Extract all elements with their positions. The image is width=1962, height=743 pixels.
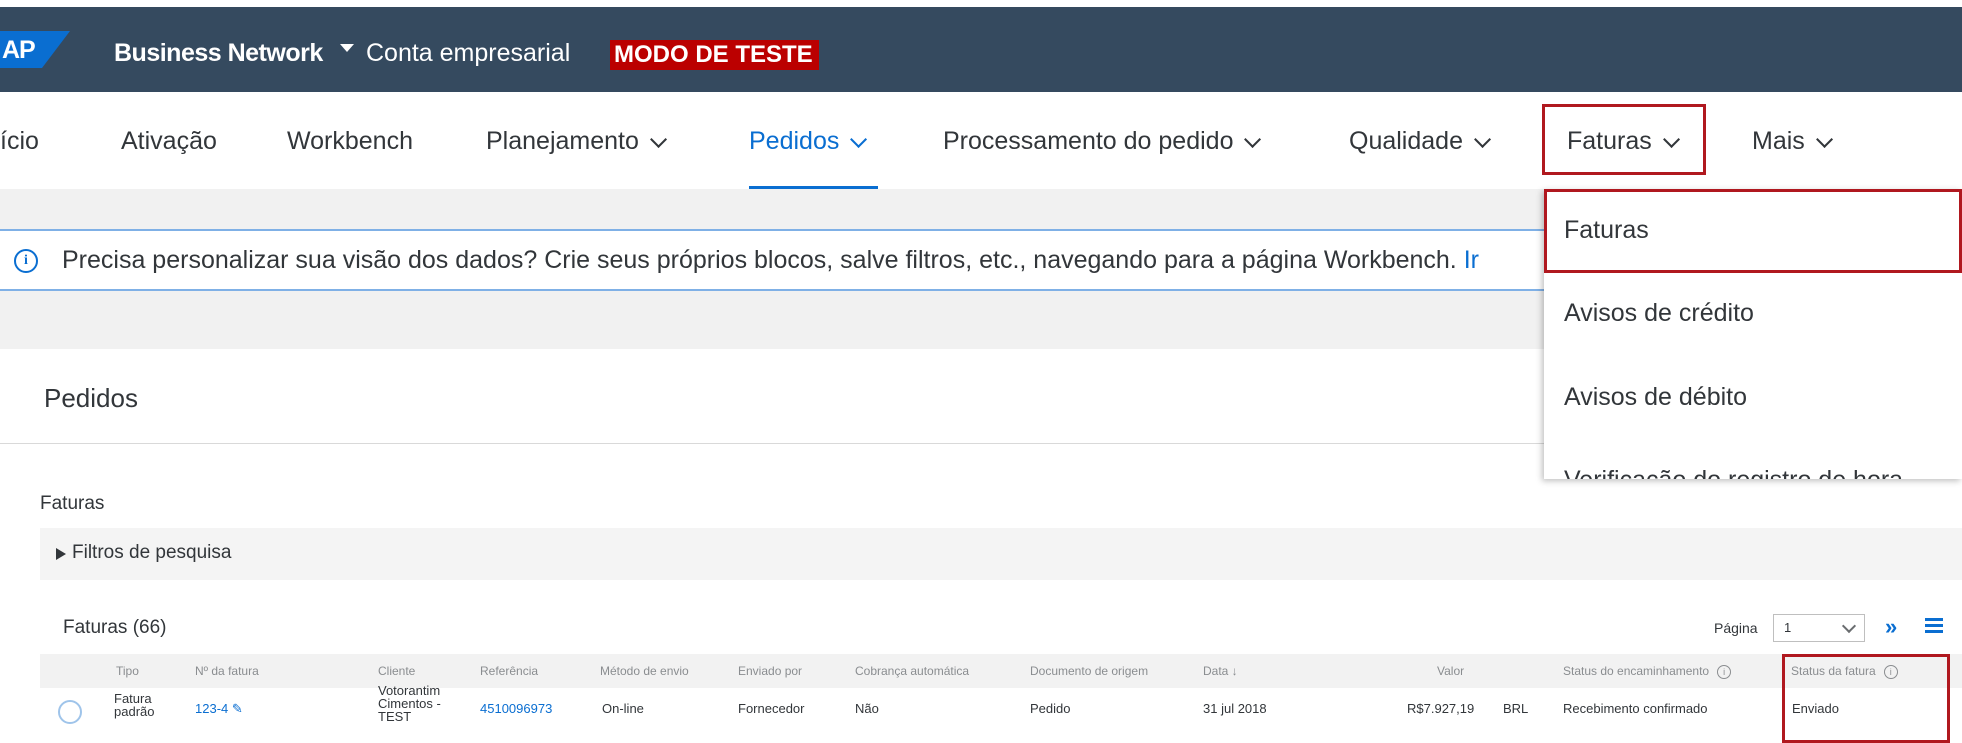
info-icon: i <box>14 249 38 273</box>
nav-item-pedidos[interactable]: Pedidos <box>749 127 868 156</box>
chevron-down-icon <box>1815 130 1833 148</box>
attachment-icon[interactable]: ✎ <box>232 701 243 716</box>
nav-item-planejamento[interactable]: Planejamento <box>486 127 667 156</box>
cell-moeda: BRL <box>1503 701 1529 716</box>
col-valor[interactable]: Valor <box>1437 664 1464 678</box>
nav-item-processamento[interactable]: Processamento do pedido <box>943 127 1262 156</box>
menu-item-avisos-debito[interactable]: Avisos de débito <box>1564 383 1747 412</box>
chevron-down-icon <box>1841 618 1857 634</box>
row-select-radio[interactable] <box>58 700 82 724</box>
cell-status-encaminhamento: Recebimento confirmado <box>1563 701 1708 716</box>
col-status-encaminhamento[interactable]: Status do encaminhamento i <box>1563 664 1732 679</box>
main-nav: ício Ativação Workbench Planejamento Ped… <box>0 92 1962 190</box>
chevron-down-icon <box>1474 130 1492 148</box>
invoice-number-link[interactable]: 123-4 <box>195 701 228 716</box>
expand-arrow-icon <box>56 548 66 560</box>
filters-label: Filtros de pesquisa <box>72 542 232 563</box>
cell-numero[interactable]: 123-4 ✎ <box>195 701 243 717</box>
faturas-dropdown-menu: Faturas Avisos de crédito Avisos de débi… <box>1544 189 1962 479</box>
cell-valor: R$7.927,19 <box>1407 701 1475 716</box>
nav-label: Planejamento <box>486 127 639 155</box>
nav-label: Mais <box>1752 127 1805 155</box>
cell-referencia[interactable]: 4510096973 <box>480 701 552 716</box>
page-title: Pedidos <box>44 383 138 413</box>
workbench-link[interactable]: Ir <box>1464 246 1479 274</box>
caret-down-icon[interactable] <box>340 44 354 52</box>
status-highlight-box <box>1782 654 1950 743</box>
nav-label: Ativação <box>121 127 217 155</box>
page-label: Página <box>1714 620 1758 636</box>
chevron-down-icon <box>850 130 868 148</box>
cell-data: 31 jul 2018 <box>1203 701 1267 716</box>
page-select[interactable]: 1 <box>1773 614 1865 642</box>
nav-item-workbench[interactable]: Workbench <box>287 127 413 156</box>
menu-item-avisos-credito[interactable]: Avisos de crédito <box>1564 299 1754 328</box>
table-menu-icon[interactable] <box>1925 618 1943 636</box>
chevron-down-icon <box>649 130 667 148</box>
nav-label: ício <box>0 127 39 155</box>
page-value: 1 <box>1784 620 1792 635</box>
nav-label: Qualidade <box>1349 127 1463 155</box>
col-cliente[interactable]: Cliente <box>378 664 415 678</box>
faturas-highlight-box <box>1542 104 1706 175</box>
cell-enviado-por: Fornecedor <box>738 701 805 716</box>
test-mode-badge: MODO DE TESTE <box>610 40 819 70</box>
nav-item-inicio[interactable]: ício <box>0 127 39 156</box>
chevron-down-icon <box>1244 130 1262 148</box>
cell-tipo: Fatura padrão <box>114 691 155 719</box>
col-documento[interactable]: Documento de origem <box>1030 664 1148 678</box>
sap-logo[interactable]: AP <box>0 31 70 68</box>
search-filters-toggle[interactable]: Filtros de pesquisa <box>40 528 1962 580</box>
cell-metodo: On-line <box>602 701 644 716</box>
col-referencia[interactable]: Referência <box>480 664 538 678</box>
menu-item-registro-hora[interactable]: Verificação do registro de hora <box>1564 466 1903 479</box>
nav-label: Workbench <box>287 127 413 155</box>
cell-cobranca: Não <box>855 701 879 716</box>
table-header: Tipo Nº da fatura Cliente Referência Mét… <box>40 654 1962 688</box>
top-bar: AP Business Network Conta empresarial MO… <box>0 7 1962 92</box>
nav-label: Processamento do pedido <box>943 127 1234 155</box>
table-row: Fatura padrão 123-4 ✎ Votorantim Cimento… <box>40 684 1962 743</box>
info-message: Precisa personalizar sua visão dos dados… <box>62 246 1457 274</box>
invoices-heading: Faturas <box>40 493 105 514</box>
nav-item-ativacao[interactable]: Ativação <box>121 127 217 156</box>
col-enviado-por[interactable]: Enviado por <box>738 664 802 678</box>
nav-item-mais[interactable]: Mais <box>1752 127 1833 156</box>
col-tipo[interactable]: Tipo <box>116 664 139 678</box>
info-icon[interactable]: i <box>1717 665 1732 679</box>
info-text: Precisa personalizar sua visão dos dados… <box>62 246 1479 275</box>
col-metodo[interactable]: Método de envio <box>600 664 689 678</box>
col-numero[interactable]: Nº da fatura <box>195 664 259 678</box>
product-name[interactable]: Business Network <box>114 39 323 68</box>
header-label: Status do encaminhamento <box>1563 664 1710 678</box>
nav-item-qualidade[interactable]: Qualidade <box>1349 127 1492 156</box>
cell-documento: Pedido <box>1030 701 1071 716</box>
nav-label: Pedidos <box>749 127 840 155</box>
account-type: Conta empresarial <box>366 39 571 67</box>
cell-cliente: Votorantim Cimentos - TEST <box>378 683 441 724</box>
col-data[interactable]: Data ↓ <box>1203 664 1238 678</box>
menu-highlight-box <box>1544 189 1962 273</box>
next-page-icon[interactable]: » <box>1885 614 1897 640</box>
col-cobranca[interactable]: Cobrança automática <box>855 664 969 678</box>
logo-text: AP <box>2 36 36 64</box>
table-title: Faturas (66) <box>63 617 167 638</box>
